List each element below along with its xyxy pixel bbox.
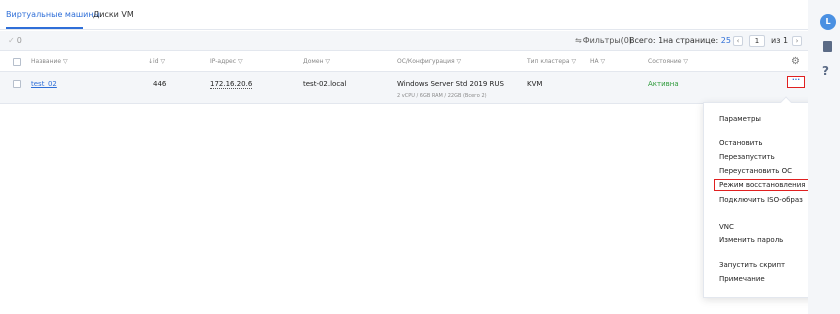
chevron-right-icon: › [795, 37, 799, 45]
vm-domain: test-02.local [303, 80, 347, 88]
menu-item-reinstall-os[interactable]: Переустановить ОС [719, 167, 792, 175]
filter-icon: ▽ [325, 58, 331, 65]
vm-name-link[interactable]: test_02 [31, 80, 57, 88]
tab-virtual-machines[interactable]: Виртуальные машины [6, 10, 100, 19]
table-header: Название ▽ ↓id ▽ IP-адрес ▽ Домен ▽ ОС/К… [0, 52, 808, 72]
menu-item-run-script[interactable]: Запустить скрипт [719, 261, 785, 269]
filter-icon: ▽ [600, 58, 606, 65]
filter-icon: ▽ [237, 58, 243, 65]
filter-icon: ⇋ [575, 36, 582, 45]
status-badge: Активна [648, 80, 679, 88]
filters-button[interactable]: ⇋Фильтры(0) [575, 36, 632, 45]
menu-item-change-password[interactable]: Изменить пароль [719, 236, 783, 244]
menu-item-restart[interactable]: Перезапустить [719, 153, 775, 161]
per-page-label: на странице: [663, 36, 719, 45]
tab-bar: Виртуальные машины Диски VM [0, 0, 808, 30]
header-cluster[interactable]: Тип кластера ▽ [527, 58, 576, 65]
header-id[interactable]: ↓id ▽ [148, 58, 165, 65]
row-actions-button[interactable]: ··· [787, 76, 805, 88]
table-row[interactable]: test_02 446 172.16.20.6 test-02.local Wi… [0, 72, 808, 104]
next-page-button[interactable]: › [792, 36, 802, 46]
filter-icon: ▽ [160, 58, 166, 65]
header-ha[interactable]: HA ▽ [590, 58, 605, 65]
tab-vm-disks[interactable]: Диски VM [93, 10, 134, 19]
select-all-checkbox[interactable] [13, 58, 21, 66]
menu-item-recovery-mode[interactable]: Режим восстановления [714, 179, 811, 191]
gear-icon[interactable]: ⚙ [791, 56, 800, 67]
vm-os: Windows Server Std 2019 RUS [397, 80, 504, 88]
vm-cluster: KVM [527, 80, 543, 88]
main-panel: Виртуальные машины Диски VM ✓ 0 ⇋Фильтры(… [0, 0, 808, 314]
header-os[interactable]: ОС/Конфигурация ▽ [397, 58, 461, 65]
selected-count-value: 0 [16, 36, 22, 45]
active-tab-indicator [6, 27, 83, 29]
header-ip[interactable]: IP-адрес ▽ [210, 58, 243, 65]
book-icon[interactable] [823, 41, 832, 52]
filter-icon: ▽ [571, 58, 577, 65]
avatar[interactable]: L [820, 14, 836, 30]
menu-item-note[interactable]: Примечание [719, 275, 765, 283]
vm-config: 2 vCPU / 6GB RAM / 22GB (Всего 2) [397, 93, 487, 99]
filter-icon: ▽ [63, 58, 68, 65]
prev-page-button[interactable]: ‹ [733, 36, 743, 46]
per-page-select[interactable]: на странице: 25 ⌄ [663, 36, 740, 45]
table-toolbar: ✓ 0 ⇋Фильтры(0) Всего: 1 на странице: 25 … [0, 31, 808, 51]
header-domain[interactable]: Домен ▽ [303, 58, 330, 65]
per-page-value: 25 [720, 36, 731, 45]
total-count: Всего: 1 [629, 36, 664, 45]
selected-count: ✓ 0 [8, 36, 22, 45]
check-icon: ✓ [8, 36, 15, 45]
vm-id: 446 [153, 80, 167, 88]
filter-icon: ▽ [456, 58, 462, 65]
menu-item-stop[interactable]: Остановить [719, 139, 762, 147]
right-sidebar: L ? [808, 0, 840, 314]
menu-item-vnc[interactable]: VNC [719, 223, 734, 231]
filters-label: Фильтры(0) [582, 36, 633, 45]
help-icon[interactable]: ? [822, 64, 829, 78]
filter-icon: ▽ [683, 58, 688, 65]
page-input[interactable]: 1 [749, 35, 765, 47]
chevron-left-icon: ‹ [736, 37, 740, 45]
vm-ip[interactable]: 172.16.20.6 [210, 80, 253, 89]
header-state[interactable]: Состояние ▽ [648, 58, 688, 65]
menu-title: Параметры [719, 115, 761, 123]
row-checkbox[interactable] [13, 80, 21, 88]
menu-item-attach-iso[interactable]: Подключить ISO-образ [719, 196, 803, 204]
page-of-label: из 1 [771, 36, 789, 45]
header-name[interactable]: Название ▽ [31, 58, 68, 65]
